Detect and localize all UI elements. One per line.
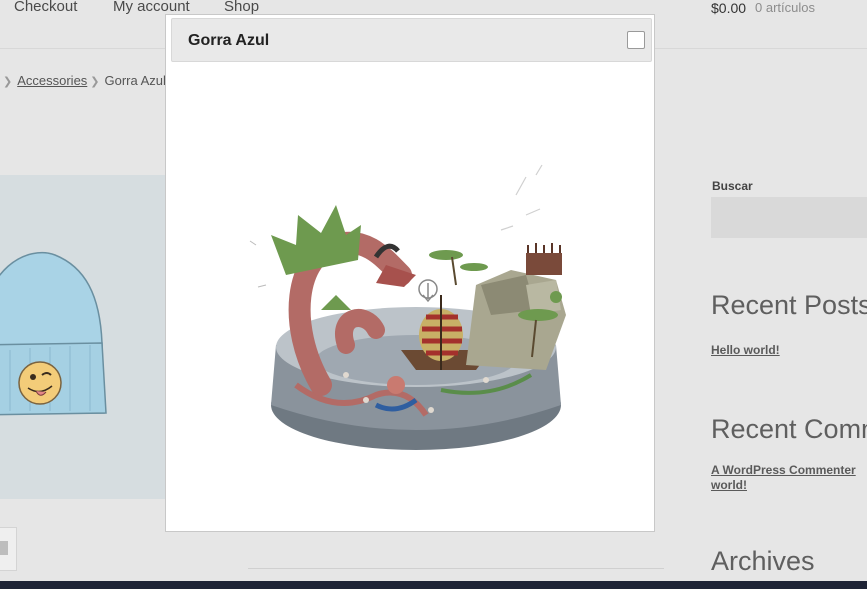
- modal-header: Gorra Azul: [171, 18, 652, 62]
- modal-title: Gorra Azul: [188, 32, 270, 49]
- breadcrumb-category-link[interactable]: Accessories: [17, 73, 87, 88]
- search-input[interactable]: [711, 197, 867, 238]
- gallery-thumbnail-button[interactable]: [0, 527, 17, 571]
- comment-post-link[interactable]: world!: [711, 478, 747, 492]
- thumbnail-icon: [0, 541, 8, 555]
- close-icon[interactable]: [627, 31, 645, 49]
- breadcrumb-current: Gorra Azul: [104, 73, 166, 88]
- breadcrumb: ❯ Accessories ❯ Gorra Azul: [0, 73, 166, 88]
- breadcrumb-separator-icon: ❯: [90, 76, 100, 88]
- recent-comments-title: Recent Comm: [711, 414, 867, 444]
- recent-posts-title: Recent Posts: [711, 290, 867, 320]
- search-label: Buscar: [712, 179, 753, 193]
- cart-item-count[interactable]: 0 artículos: [755, 0, 815, 15]
- taskbar: [0, 581, 867, 589]
- nav-checkout-link[interactable]: Checkout: [14, 0, 77, 15]
- product-image[interactable]: [0, 175, 166, 499]
- rotate-cursor-icon: [418, 279, 438, 303]
- page: Checkout My account Shop $0.00 0 artícul…: [0, 0, 867, 589]
- breadcrumb-separator-icon: ❯: [3, 76, 13, 88]
- 3d-model-viewer[interactable]: [226, 135, 606, 495]
- cart-amount[interactable]: $0.00: [711, 0, 746, 16]
- comment-author-link[interactable]: A WordPress Commenter: [711, 463, 856, 477]
- blue-beanie-image: [0, 251, 107, 416]
- recent-post-link[interactable]: Hello world!: [711, 343, 780, 357]
- nav-shop-link[interactable]: Shop: [224, 0, 259, 15]
- archives-title: Archives: [711, 546, 815, 576]
- content-divider: [248, 568, 664, 569]
- product-modal: Gorra Azul: [165, 14, 655, 532]
- nav-my-account-link[interactable]: My account: [113, 0, 190, 15]
